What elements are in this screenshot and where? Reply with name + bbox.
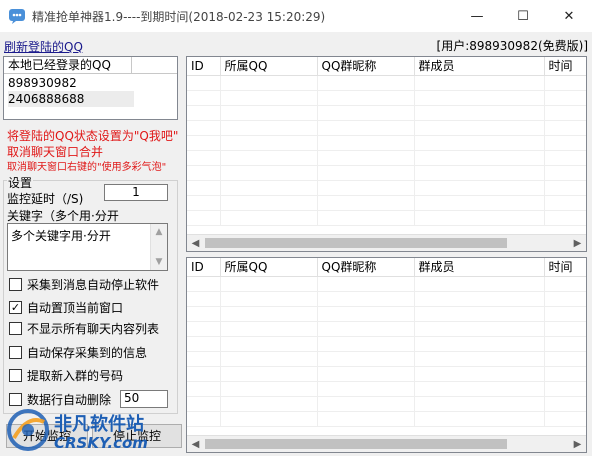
user-info: [用户:898930982(免费版)] [436,39,588,53]
checkbox-icon[interactable] [9,321,22,335]
table-row [187,210,586,226]
maximize-button[interactable]: ☐ [500,0,546,32]
table-row [187,336,586,352]
scroll-left-icon[interactable]: ◀ [187,235,204,251]
scroll-left-icon[interactable]: ◀ [187,436,204,452]
column-header-time[interactable]: 时间 [544,57,586,76]
keyword-scrollbar[interactable]: ▲ ▼ [150,224,167,270]
table-row [187,75,586,91]
table-row [187,366,586,382]
column-header-owner-qq[interactable]: 所属QQ [220,57,318,76]
window-title: 精准抢单神器1.9----到期时间(2018-02-23 15:20:29) [32,10,326,24]
checkbox-label: 提取新入群的号码 [27,368,124,383]
watermark-logo-icon [7,409,49,451]
message-table-bottom[interactable]: ID 所属QQ QQ群昵称 群成员 时间 ◀ ▶ [186,257,587,453]
keyword-label: 关键字（多个用·分开 [7,209,119,223]
local-qq-list-header: 本地已经登录的QQ [4,57,177,74]
scroll-right-icon[interactable]: ▶ [569,436,586,452]
checkbox-icon[interactable] [9,345,22,359]
crsky-watermark: 非凡软件站 CRSKY.com [6,404,166,456]
table-row [187,411,586,427]
scroll-thumb[interactable] [205,238,507,248]
column-header-id[interactable]: ID [187,258,221,277]
checkbox-icon[interactable] [9,277,22,291]
checkbox-auto-save[interactable]: 自动保存采集到的信息 [9,344,147,360]
column-header-group-name[interactable]: QQ群昵称 [317,57,415,76]
checkbox-label: 不显示所有聊天内容列表 [27,321,160,336]
watermark-title: 非凡软件站 [54,414,144,435]
column-header-time[interactable]: 时间 [544,258,586,277]
close-icon: ✕ [563,8,575,24]
app-chat-icon [9,9,25,24]
table-header-row: ID 所属QQ QQ群昵称 群成员 时间 [187,57,586,76]
table-row [187,321,586,337]
table-header-row: ID 所属QQ QQ群昵称 群成员 时间 [187,258,586,277]
maximize-icon: ☐ [517,8,529,24]
scroll-up-icon[interactable]: ▲ [151,224,167,240]
keyword-text: 多个关键字用·分开 [11,229,111,243]
scroll-right-icon[interactable]: ▶ [569,235,586,251]
checkbox-label: 采集到消息自动停止软件 [27,277,160,292]
checkbox-icon[interactable] [9,368,22,382]
checkbox-extract-new-members[interactable]: 提取新入群的号码 [9,367,123,383]
top-table-horizontal-scrollbar[interactable]: ◀ ▶ [187,234,586,251]
delay-label: 监控延时（/S) [7,192,84,206]
close-button[interactable]: ✕ [546,0,592,32]
table-row [187,90,586,106]
scroll-down-icon[interactable]: ▼ [151,254,167,270]
note-bubble-setting: 取消聊天窗口右键的"使用多彩气泡" [7,162,167,173]
refresh-login-link[interactable]: 刷新登陆的QQ [4,38,83,55]
table-row [187,105,586,121]
table-row [187,396,586,412]
note-status-setting: 将登陆的QQ状态设置为"Q我吧" [7,129,179,143]
checkbox-label: 自动保存采集到的信息 [27,345,148,360]
column-header-group-member[interactable]: 群成员 [414,258,545,277]
table-row [187,120,586,136]
table-row [187,276,586,292]
scroll-thumb[interactable] [205,439,507,449]
watermark-subtitle: CRSKY.com [54,434,148,452]
keyword-textarea[interactable]: 多个关键字用·分开 ▲ ▼ [7,223,168,271]
checkbox-hide-chat-list[interactable]: 不显示所有聊天内容列表 [9,320,159,336]
column-header-id[interactable]: ID [187,57,221,76]
message-table-grid: ID 所属QQ QQ群昵称 群成员 时间 [187,57,586,226]
checkbox-always-on-top[interactable]: ✓ 自动置顶当前窗口 [9,299,123,315]
title-bar: 精准抢单神器1.9----到期时间(2018-02-23 15:20:29) —… [0,0,592,32]
table-row [187,351,586,367]
table-row [187,135,586,151]
local-qq-list[interactable]: 本地已经登录的QQ 898930982 2406888688 [3,56,178,120]
delay-input[interactable]: 1 [104,184,168,201]
local-qq-list-title: 本地已经登录的QQ [8,58,111,72]
minimize-icon: — [470,8,484,24]
table-row [187,165,586,181]
checkbox-checked-icon[interactable]: ✓ [9,300,22,314]
checkbox-label: 自动置顶当前窗口 [27,300,124,315]
column-header-owner-qq[interactable]: 所属QQ [220,258,318,277]
list-item[interactable]: 2406888688 [8,91,134,107]
table-row [187,381,586,397]
column-header-group-name[interactable]: QQ群昵称 [317,258,415,277]
table-row [187,150,586,166]
table-row [187,180,586,196]
bottom-table-horizontal-scrollbar[interactable]: ◀ ▶ [187,435,586,452]
message-table-grid: ID 所属QQ QQ群昵称 群成员 时间 [187,258,586,427]
table-row [187,291,586,307]
checkbox-auto-stop[interactable]: 采集到消息自动停止软件 [9,276,159,292]
table-row [187,195,586,211]
table-row [187,306,586,322]
settings-legend: 设置 [7,174,34,191]
column-header-group-member[interactable]: 群成员 [414,57,545,76]
minimize-button[interactable]: — [454,0,500,32]
header-divider [131,57,132,73]
list-item[interactable]: 898930982 [8,75,77,91]
message-table-top[interactable]: ID 所属QQ QQ群昵称 群成员 时间 ◀ ▶ [186,56,587,252]
